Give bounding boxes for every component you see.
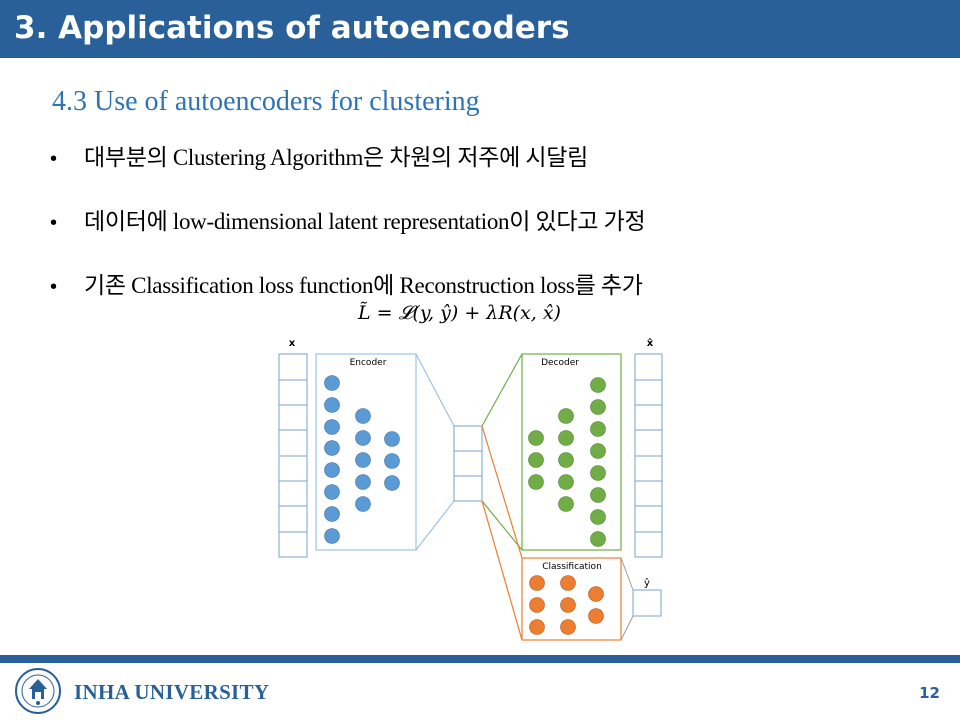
loss-formula: L̃ = 𝓛(y, ŷ) + λR(x, x̂) xyxy=(358,302,561,324)
bullet-symbol: • xyxy=(50,276,58,298)
bullet-item: • 기존 Classification loss function에 Recon… xyxy=(50,266,643,300)
classification-label: Classification xyxy=(542,562,602,572)
decoder-block: Decoder xyxy=(521,353,622,551)
title-bar: 3. Applications of autoencoders xyxy=(0,0,960,58)
bullet-item: • 대부분의 Clustering Algorithm은 차원의 저주에 시달림 xyxy=(50,138,588,172)
university-seal-icon xyxy=(15,668,61,714)
bullet-text: 기존 Classification loss function에 Reconst… xyxy=(84,273,643,298)
prediction-output: ŷ xyxy=(632,577,662,617)
classification-block: Classification xyxy=(521,557,622,641)
bullet-symbol: • xyxy=(50,148,58,170)
university-name: INHA UNIVERSITY xyxy=(74,680,270,704)
encoder-label: Encoder xyxy=(350,358,387,368)
encoder-block: Encoder xyxy=(315,353,417,551)
page-number: 12 xyxy=(919,684,940,702)
prediction-label: ŷ xyxy=(644,577,650,589)
bullet-text: 대부분의 Clustering Algorithm은 차원의 저주에 시달림 xyxy=(84,145,588,170)
slide-subtitle: 4.3 Use of autoencoders for clustering xyxy=(52,86,480,117)
output-vector xyxy=(634,353,663,558)
bullet-symbol: • xyxy=(50,212,58,234)
bullet-item: • 데이터에 low-dimensional latent representa… xyxy=(50,202,646,236)
footer-divider xyxy=(0,655,960,663)
slide-title: 3. Applications of autoencoders xyxy=(14,10,570,46)
output-label: x̂ xyxy=(647,337,654,349)
bullet-text: 데이터에 low-dimensional latent representati… xyxy=(84,209,646,234)
decoder-label: Decoder xyxy=(541,358,579,368)
autoencoder-diagram: x x̂ Encoder Decoder Classification ŷ xyxy=(278,337,663,641)
latent-vector xyxy=(453,425,483,502)
input-vector xyxy=(278,353,308,558)
input-label: x xyxy=(289,338,296,349)
